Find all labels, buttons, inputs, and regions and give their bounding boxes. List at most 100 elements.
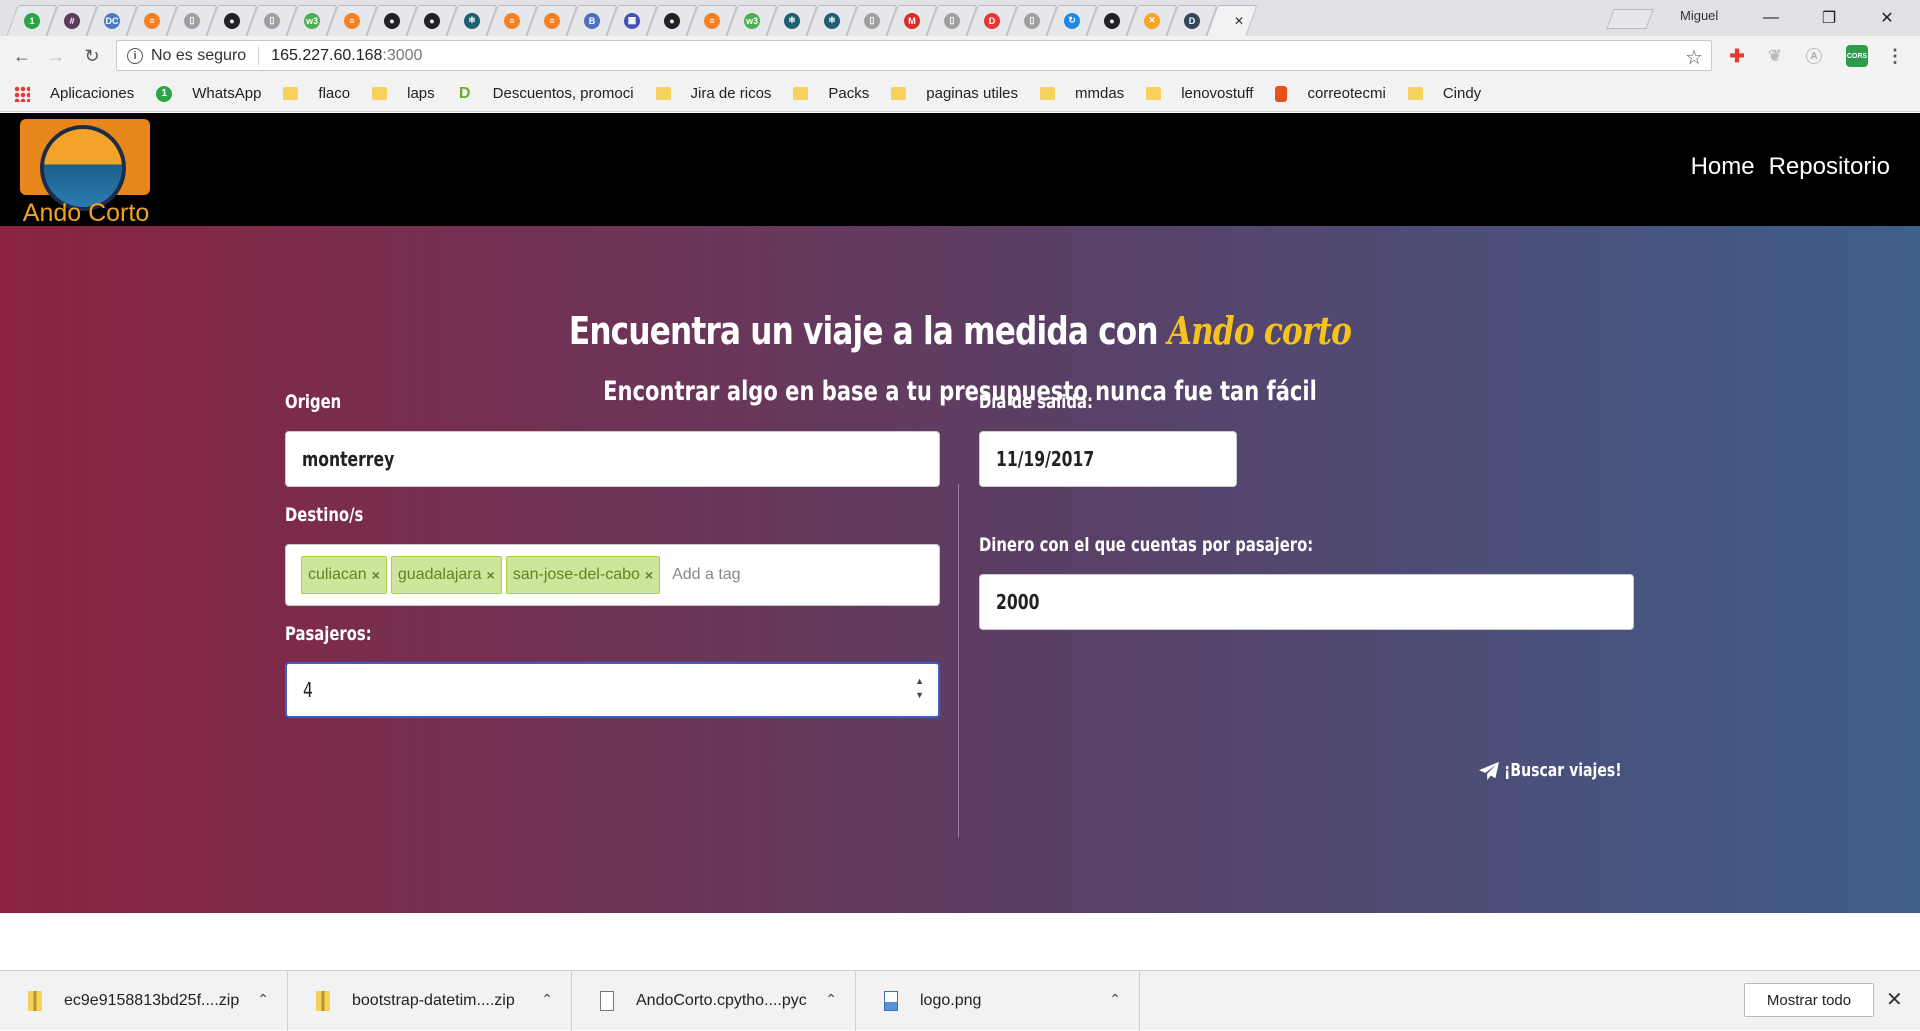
- browser-tab[interactable]: ●: [412, 5, 452, 36]
- browser-tab[interactable]: ▦: [612, 5, 652, 36]
- browser-tab[interactable]: D: [972, 5, 1012, 36]
- minimize-icon[interactable]: —: [1748, 4, 1794, 32]
- browser-tab[interactable]: ↻: [1052, 5, 1092, 36]
- folder-icon: [283, 87, 299, 100]
- remove-tag-icon[interactable]: ×: [372, 567, 380, 583]
- browser-tab[interactable]: ≡: [692, 5, 732, 36]
- origin-input[interactable]: monterrey: [285, 431, 940, 487]
- info-icon[interactable]: i: [127, 47, 143, 64]
- browser-tab[interactable]: ▯: [1012, 5, 1052, 36]
- bookmark-item[interactable]: correotecmi: [1275, 85, 1386, 102]
- bookmark-item[interactable]: Aplicaciones: [14, 85, 134, 102]
- close-tab-icon[interactable]: ✕: [1234, 14, 1244, 28]
- browser-tab[interactable]: M: [892, 5, 932, 36]
- download-options-caret-icon[interactable]: ⌃: [825, 991, 837, 1008]
- destination-tag-label: culiacan: [308, 566, 367, 583]
- bookmark-item[interactable]: Jira de ricos: [655, 85, 771, 102]
- download-options-caret-icon[interactable]: ⌃: [1109, 991, 1121, 1008]
- close-downloads-icon[interactable]: ✕: [1886, 987, 1903, 1012]
- address-bar[interactable]: i No es seguro 165.227.60.168:3000 ☆: [116, 40, 1712, 71]
- download-options-caret-icon[interactable]: ⌃: [257, 991, 269, 1008]
- bookmark-item[interactable]: lenovostuff: [1146, 85, 1253, 102]
- search-trips-button[interactable]: ¡Buscar viajes!: [1478, 760, 1655, 781]
- download-item[interactable]: AndoCorto.cpytho....pyc ⌃: [572, 971, 856, 1031]
- browser-tab[interactable]: w3: [292, 5, 332, 36]
- download-item[interactable]: bootstrap-datetim....zip ⌃: [288, 971, 572, 1031]
- browser-tab[interactable]: ●: [652, 5, 692, 36]
- back-arrow-icon[interactable]: ←: [10, 44, 34, 68]
- bookmark-item[interactable]: Cindy: [1407, 85, 1481, 102]
- extension-a-icon[interactable]: A: [1806, 48, 1822, 64]
- menu-kebab-icon[interactable]: ⋮: [1884, 45, 1906, 67]
- browser-tab[interactable]: ▯: [252, 5, 292, 36]
- browser-tab[interactable]: ⚛: [772, 5, 812, 36]
- bookmark-item[interactable]: laps: [372, 85, 435, 102]
- bookmark-label: WhatsApp: [192, 85, 262, 102]
- download-item[interactable]: ec9e9158813bd25f....zip ⌃: [0, 971, 288, 1031]
- w3schools-icon: w3: [744, 12, 760, 29]
- browser-tab[interactable]: #: [52, 5, 92, 36]
- extension-leaf-icon[interactable]: ❦: [1764, 45, 1786, 67]
- address-separator: [258, 46, 260, 65]
- browser-tab[interactable]: ≡: [532, 5, 572, 36]
- browser-tab[interactable]: ⚛: [452, 5, 492, 36]
- reload-icon[interactable]: ↻: [80, 44, 104, 68]
- remove-tag-icon[interactable]: ×: [487, 567, 495, 583]
- number-spinner[interactable]: ▲ ▼: [915, 674, 924, 702]
- bookmark-item[interactable]: D Descuentos, promoci: [457, 85, 634, 103]
- bookmark-item[interactable]: Packs: [793, 85, 869, 102]
- download-options-caret-icon[interactable]: ⌃: [541, 991, 553, 1008]
- browser-tab[interactable]: B: [572, 5, 612, 36]
- url-port[interactable]: :3000: [382, 47, 422, 65]
- nav-repositorio-link[interactable]: Repositorio: [1769, 153, 1890, 181]
- destination-tag[interactable]: san-jose-del-cabo ×: [505, 556, 661, 594]
- show-all-downloads-button[interactable]: Mostrar todo: [1744, 983, 1874, 1017]
- download-item[interactable]: logo.png ⌃: [856, 971, 1140, 1031]
- browser-tab[interactable]: ✕: [1212, 5, 1252, 36]
- cors-extension-icon[interactable]: CORS: [1846, 45, 1868, 67]
- nav-home-link[interactable]: Home: [1691, 153, 1755, 181]
- browser-tab[interactable]: w3: [732, 5, 772, 36]
- bookmark-item[interactable]: mmdas: [1040, 85, 1124, 102]
- bootstrap-icon: B: [584, 12, 600, 29]
- forward-arrow-icon[interactable]: →: [44, 44, 68, 68]
- browser-tab[interactable]: ▯: [932, 5, 972, 36]
- restore-icon[interactable]: ❐: [1806, 4, 1852, 32]
- remove-tag-icon[interactable]: ×: [645, 567, 653, 583]
- spinner-down-icon[interactable]: ▼: [915, 688, 924, 702]
- bookmark-item[interactable]: 1 WhatsApp: [156, 85, 261, 102]
- bookmark-item[interactable]: flaco: [283, 85, 350, 102]
- destination-tag[interactable]: guadalajara ×: [390, 556, 502, 594]
- browser-tab[interactable]: ●: [212, 5, 252, 36]
- browser-tab[interactable]: ●: [372, 5, 412, 36]
- bookmark-item[interactable]: paginas utiles: [891, 85, 1018, 102]
- extension-red-cross-icon[interactable]: ✚: [1726, 45, 1748, 67]
- ando-corto-logo[interactable]: Ando Corto: [18, 117, 154, 227]
- close-window-icon[interactable]: ✕: [1864, 4, 1910, 32]
- browser-tab[interactable]: ▯: [852, 5, 892, 36]
- github-icon: ●: [1104, 12, 1120, 29]
- browser-tab[interactable]: ≡: [332, 5, 372, 36]
- destination-tags-input[interactable]: culiacan × guadalajara × san-jose-del-cabo × A…: [285, 544, 940, 606]
- money-input[interactable]: 2000: [979, 574, 1634, 630]
- url-host[interactable]: 165.227.60.168: [271, 47, 382, 65]
- bookmark-star-icon[interactable]: ☆: [1685, 45, 1703, 70]
- browser-tab[interactable]: ≡: [132, 5, 172, 36]
- new-tab-button[interactable]: [1606, 9, 1654, 29]
- browser-tab[interactable]: ▯: [172, 5, 212, 36]
- add-tag-input[interactable]: Add a tag: [672, 566, 741, 584]
- browser-tab[interactable]: 1: [12, 5, 52, 36]
- security-status[interactable]: No es seguro: [151, 47, 246, 65]
- browser-tab[interactable]: ≡: [492, 5, 532, 36]
- browser-tab[interactable]: ●: [1092, 5, 1132, 36]
- browser-tab[interactable]: D: [1172, 5, 1212, 36]
- departure-date-input[interactable]: 11/19/2017: [979, 431, 1237, 487]
- profile-name[interactable]: Miguel: [1680, 8, 1718, 23]
- destination-tag[interactable]: culiacan ×: [301, 556, 387, 594]
- spinner-up-icon[interactable]: ▲: [915, 674, 924, 688]
- browser-tab[interactable]: DC: [92, 5, 132, 36]
- passengers-input[interactable]: 4 ▲ ▼: [285, 662, 940, 718]
- browser-tab[interactable]: ✕: [1132, 5, 1172, 36]
- browser-tab[interactable]: ⚛: [812, 5, 852, 36]
- passengers-value: 4: [303, 678, 313, 702]
